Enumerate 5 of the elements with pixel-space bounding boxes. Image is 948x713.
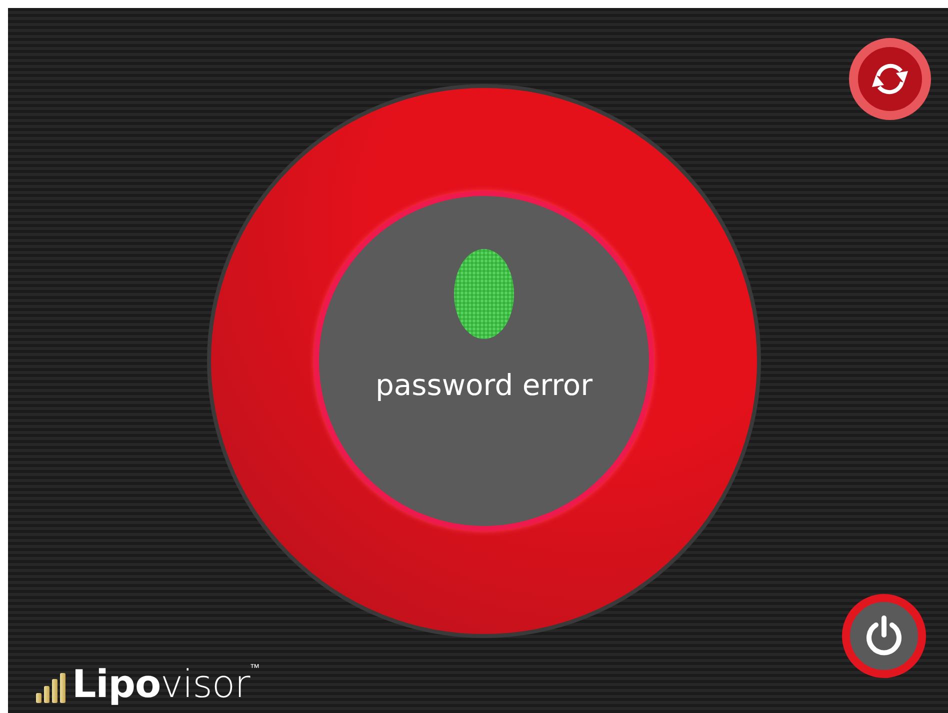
status-message: password error	[375, 368, 593, 402]
logo-text: Lipovisor$^{™}$	[72, 664, 260, 703]
power-icon	[864, 615, 904, 657]
signal-bars-icon	[36, 673, 66, 703]
fingerprint-icon	[453, 248, 515, 340]
